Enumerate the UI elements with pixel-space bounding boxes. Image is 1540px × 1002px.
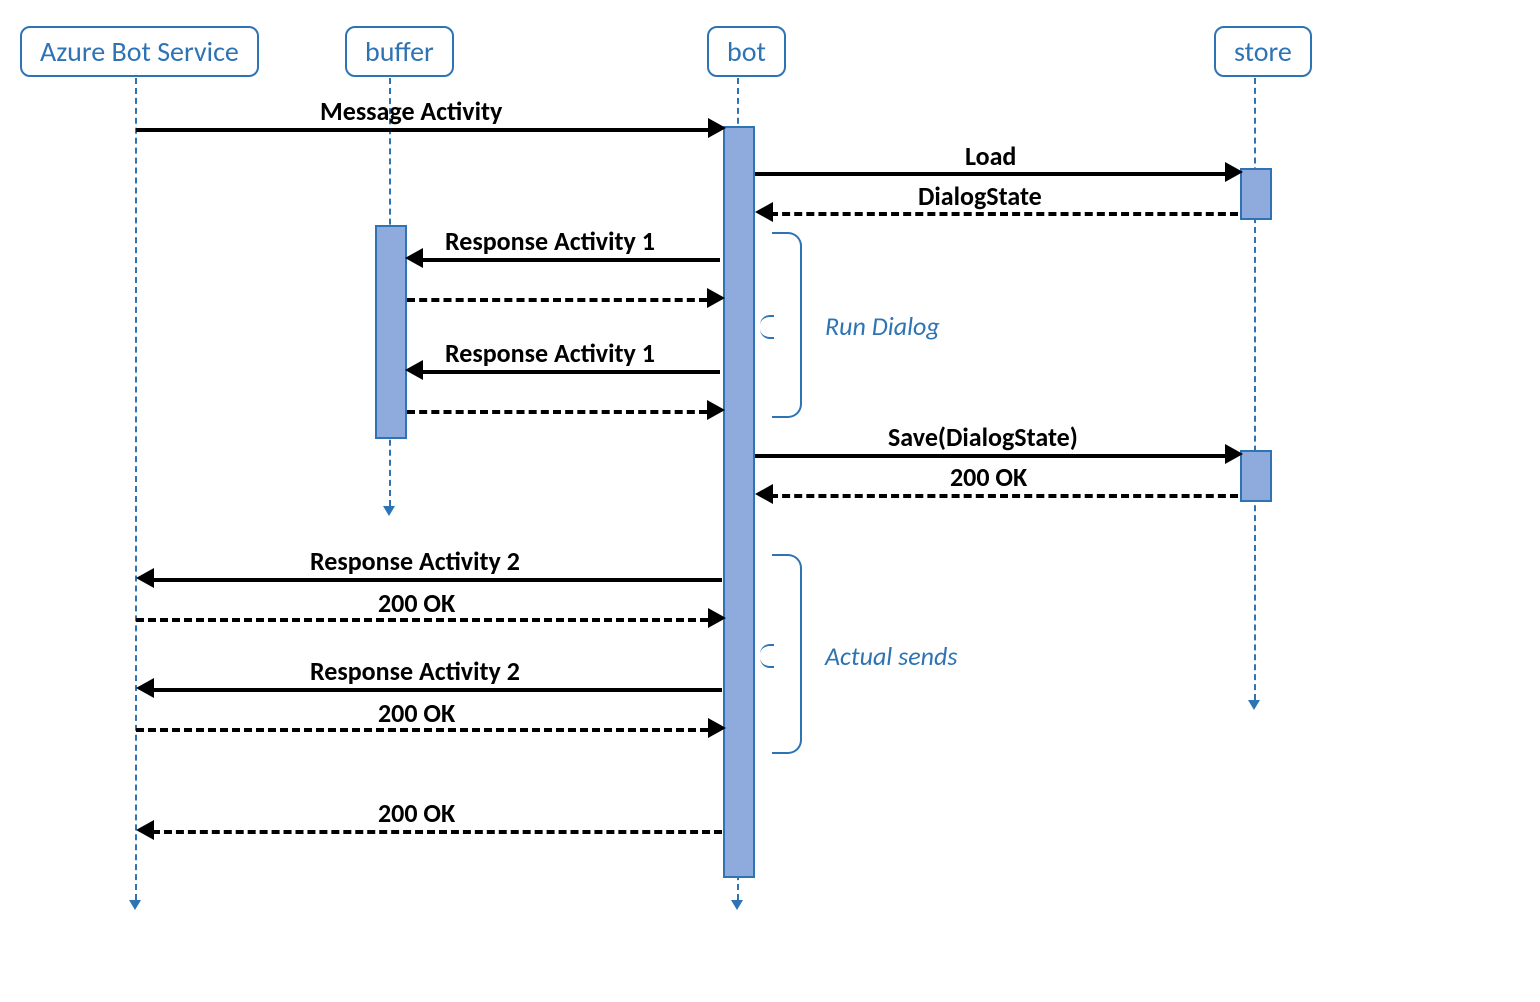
sequence-diagram: Azure Bot Service buffer bot store Messa… bbox=[0, 0, 1540, 1002]
arrow-right-icon bbox=[707, 400, 725, 420]
message-line-return bbox=[407, 298, 707, 302]
activation-store-1 bbox=[1240, 168, 1272, 220]
message-line-return bbox=[770, 494, 1238, 498]
participant-store: store bbox=[1214, 26, 1312, 77]
arrow-right-icon bbox=[1225, 162, 1243, 182]
lifeline-end-icon bbox=[1248, 700, 1260, 710]
participant-label: bot bbox=[727, 34, 766, 69]
arrow-right-icon bbox=[707, 288, 725, 308]
message-line-return bbox=[152, 830, 722, 834]
annotation-actual-sends: Actual sends bbox=[825, 640, 958, 672]
message-line-return bbox=[770, 212, 1238, 216]
lifeline-end-icon bbox=[129, 900, 141, 910]
participant-azure-bot-service: Azure Bot Service bbox=[20, 26, 259, 77]
arrow-left-icon bbox=[136, 678, 154, 698]
message-line bbox=[755, 454, 1225, 458]
arrow-left-icon bbox=[405, 248, 423, 268]
message-label: DialogState bbox=[918, 180, 1042, 212]
message-line bbox=[420, 258, 720, 262]
brace-icon bbox=[772, 232, 802, 418]
lifeline-end-icon bbox=[731, 900, 743, 910]
message-line bbox=[152, 578, 722, 582]
arrow-left-icon bbox=[755, 202, 773, 222]
message-label: Response Activity 2 bbox=[310, 655, 520, 687]
activation-store-2 bbox=[1240, 450, 1272, 502]
message-label: Save(DialogState) bbox=[888, 421, 1078, 453]
message-label: 200 OK bbox=[378, 587, 455, 619]
participant-label: store bbox=[1234, 34, 1292, 69]
message-line bbox=[420, 370, 720, 374]
arrow-left-icon bbox=[755, 484, 773, 504]
activation-buffer bbox=[375, 225, 407, 439]
annotation-run-dialog: Run Dialog bbox=[825, 310, 940, 342]
participant-bot: bot bbox=[707, 26, 786, 77]
arrow-left-icon bbox=[405, 360, 423, 380]
participant-buffer: buffer bbox=[345, 26, 454, 77]
message-label: Load bbox=[965, 140, 1016, 172]
arrow-left-icon bbox=[136, 820, 154, 840]
arrow-right-icon bbox=[708, 718, 726, 738]
brace-icon bbox=[772, 554, 802, 754]
arrow-left-icon bbox=[136, 568, 154, 588]
message-line bbox=[755, 172, 1225, 176]
arrow-right-icon bbox=[708, 608, 726, 628]
message-line-return bbox=[407, 410, 707, 414]
arrow-right-icon bbox=[708, 118, 726, 138]
message-label: Message Activity bbox=[320, 95, 502, 127]
message-label: 200 OK bbox=[378, 697, 455, 729]
lifeline-end-icon bbox=[383, 506, 395, 516]
participant-label: Azure Bot Service bbox=[40, 34, 239, 69]
message-line bbox=[136, 128, 708, 132]
message-label: Response Activity 2 bbox=[310, 545, 520, 577]
arrow-right-icon bbox=[1225, 444, 1243, 464]
message-line bbox=[152, 688, 722, 692]
message-label: Response Activity 1 bbox=[445, 225, 655, 257]
message-label: 200 OK bbox=[378, 797, 455, 829]
participant-label: buffer bbox=[365, 34, 434, 69]
message-label: Response Activity 1 bbox=[445, 337, 655, 369]
activation-bot bbox=[723, 126, 755, 878]
message-label: 200 OK bbox=[950, 461, 1027, 493]
lifeline-abs bbox=[135, 78, 137, 900]
